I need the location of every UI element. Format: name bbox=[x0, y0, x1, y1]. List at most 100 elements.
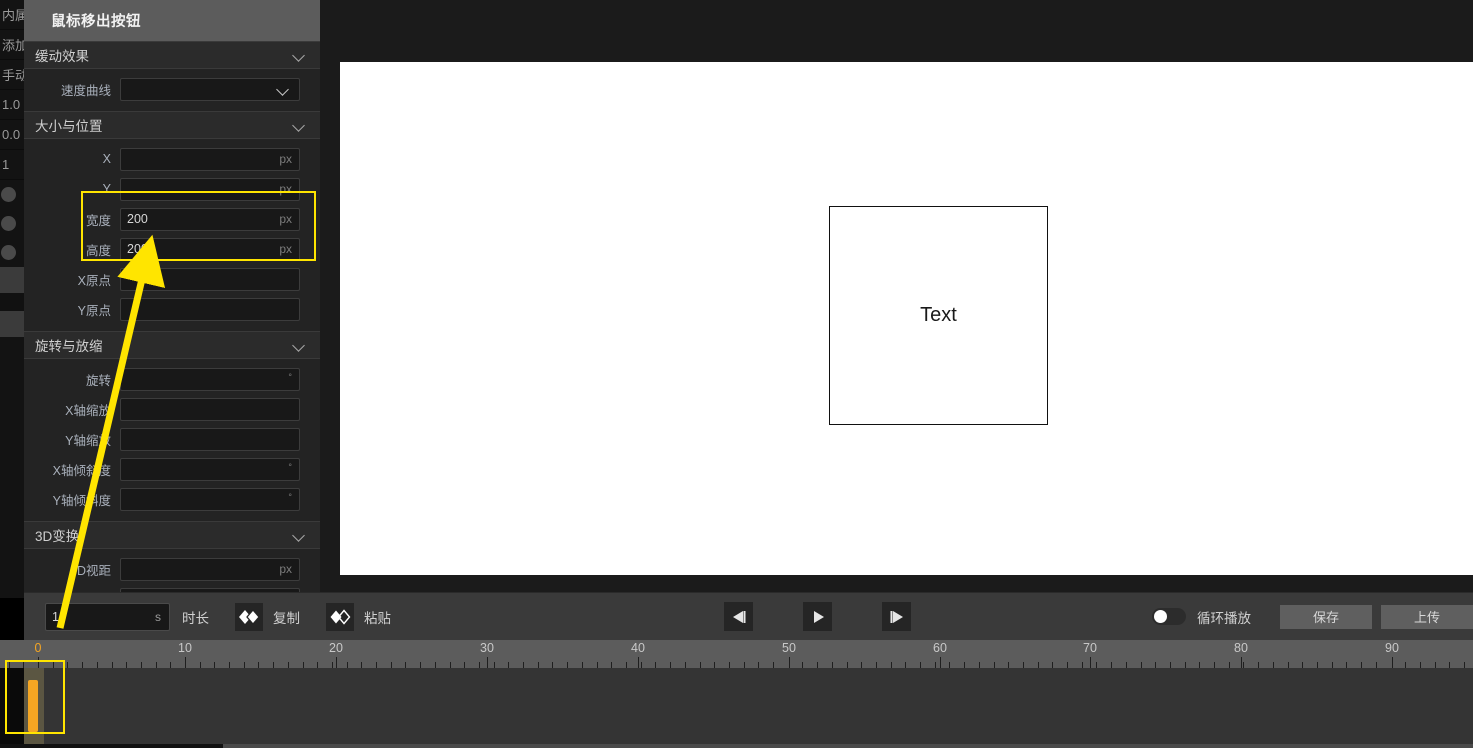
copy-button[interactable]: 复制 bbox=[235, 602, 300, 631]
chevron-down-icon[interactable] bbox=[293, 531, 306, 539]
field-unit: px bbox=[279, 212, 292, 226]
field-row-skew-x: X轴倾斜度 ° bbox=[24, 455, 320, 483]
field-row-scale-y: Y轴缩放 bbox=[24, 425, 320, 453]
upload-button[interactable]: 上传 bbox=[1381, 604, 1473, 629]
x-origin-input[interactable] bbox=[120, 267, 300, 291]
section-title: 大小与位置 bbox=[35, 119, 103, 134]
left-strip-block bbox=[0, 293, 24, 311]
timeline-track-area[interactable] bbox=[0, 668, 1473, 748]
section-header-rotate-scale[interactable]: 旋转与放缩 bbox=[24, 331, 320, 359]
field-unit: ° bbox=[288, 461, 292, 472]
ruler-tick-major bbox=[1392, 657, 1393, 668]
width-input[interactable]: 200 px bbox=[120, 207, 300, 231]
duration-unit: s bbox=[155, 609, 161, 624]
y-input[interactable]: px bbox=[120, 177, 300, 201]
field-label: 高度 bbox=[85, 243, 111, 258]
ruler-tick-major bbox=[1090, 657, 1091, 668]
field-row-width: 宽度 200 px bbox=[24, 205, 320, 233]
left-strip-row: 手动 bbox=[0, 60, 24, 90]
previous-frame-button[interactable] bbox=[724, 602, 753, 631]
skew-y-input[interactable]: ° bbox=[120, 487, 300, 511]
duration-value: 1 bbox=[52, 609, 59, 624]
paste-button[interactable]: 粘贴 bbox=[326, 602, 391, 631]
rotate-input[interactable]: ° bbox=[120, 367, 300, 391]
section-title: 缓动效果 bbox=[35, 49, 89, 64]
section-header-size-position[interactable]: 大小与位置 bbox=[24, 111, 320, 139]
timeline-ruler[interactable]: 0 10 20 30 40 50 60 70 80 90 bbox=[0, 640, 1473, 668]
bottom-scrollbar-thumb[interactable] bbox=[223, 744, 1473, 748]
save-button[interactable]: 保存 bbox=[1280, 604, 1372, 629]
scale-x-input[interactable] bbox=[120, 397, 300, 421]
left-strip-block bbox=[0, 311, 24, 337]
copy-diamonds-icon bbox=[235, 602, 263, 631]
left-strip-dot bbox=[0, 180, 24, 209]
field-row-3d-perspective: 3D视距 px bbox=[24, 555, 320, 583]
text-element[interactable]: Text bbox=[829, 206, 1048, 425]
section-header-3d-transform[interactable]: 3D变换 bbox=[24, 521, 320, 549]
left-strip-dot bbox=[0, 209, 24, 238]
field-row-x: X px bbox=[24, 145, 320, 173]
field-unit: px bbox=[279, 152, 292, 166]
bottom-toolbar: 1 s 时长 复制 粘贴 循环播放 保存 上传 bbox=[24, 592, 1473, 640]
ruler-tick-major bbox=[940, 657, 941, 668]
next-frame-button[interactable] bbox=[882, 602, 911, 631]
ruler-tick-major bbox=[185, 657, 186, 668]
chevron-down-icon[interactable] bbox=[293, 341, 306, 349]
field-unit: ° bbox=[288, 371, 292, 382]
perspective-input[interactable]: px bbox=[120, 557, 300, 581]
paste-diamonds-icon bbox=[326, 602, 354, 631]
field-row-rotate: 旋转 ° bbox=[24, 365, 320, 393]
ruler-tick-label: 40 bbox=[631, 641, 645, 655]
ruler-tick-major bbox=[638, 657, 639, 668]
ruler-tick-major bbox=[336, 657, 337, 668]
properties-panel: 鼠标移出按钮 缓动效果 速度曲线 大小与位置 X px Y px 宽度 200 … bbox=[24, 0, 320, 598]
left-strip-dot bbox=[0, 238, 24, 267]
field-label: 宽度 bbox=[85, 213, 111, 228]
field-unit: ° bbox=[288, 491, 292, 502]
loop-label: 循环播放 bbox=[1197, 610, 1251, 626]
chevron-down-icon[interactable] bbox=[293, 121, 306, 129]
text-element-label: Text bbox=[920, 304, 957, 326]
chevron-down-icon bbox=[277, 85, 290, 93]
field-label: Y bbox=[102, 182, 111, 196]
section-title: 旋转与放缩 bbox=[35, 339, 103, 354]
previous-frame-icon bbox=[732, 610, 745, 623]
page-title: 鼠标移出按钮 bbox=[51, 14, 141, 30]
section-body-size-position: X px Y px 宽度 200 px 高度 200 px X原点 Y原点 bbox=[24, 139, 320, 331]
left-strip-block bbox=[0, 267, 24, 293]
bottom-scrollbar[interactable] bbox=[0, 744, 1473, 748]
chevron-down-icon[interactable] bbox=[293, 51, 306, 59]
toggle-knob bbox=[1154, 610, 1167, 623]
circle-icon bbox=[1, 216, 16, 231]
circle-icon bbox=[1, 187, 16, 202]
timeline: 0 10 20 30 40 50 60 70 80 90 bbox=[0, 640, 1473, 748]
ruler-tick-label: 0 bbox=[34, 641, 42, 655]
ruler-tick-label: 30 bbox=[480, 641, 494, 655]
field-row-speed-curve: 速度曲线 bbox=[24, 75, 320, 103]
field-label: 速度曲线 bbox=[60, 83, 111, 98]
height-input[interactable]: 200 px bbox=[120, 237, 300, 261]
duration-input[interactable]: 1 s bbox=[45, 602, 170, 631]
preview-canvas[interactable]: Text bbox=[340, 62, 1473, 575]
ruler-tick-major bbox=[1241, 657, 1242, 668]
field-label: X轴倾斜度 bbox=[52, 463, 111, 478]
x-input[interactable]: px bbox=[120, 147, 300, 171]
annotation-highlight-keyframe bbox=[5, 660, 65, 734]
section-header-easing[interactable]: 缓动效果 bbox=[24, 41, 320, 69]
play-button[interactable] bbox=[803, 602, 832, 631]
skew-x-input[interactable]: ° bbox=[120, 457, 300, 481]
loop-toggle[interactable] bbox=[1152, 608, 1186, 625]
copy-label: 复制 bbox=[273, 610, 300, 626]
y-origin-input[interactable] bbox=[120, 297, 300, 321]
field-row-skew-y: Y轴倾斜度 ° bbox=[24, 485, 320, 513]
ruler-tick-label: 80 bbox=[1234, 641, 1248, 655]
field-row-x-origin: X原点 bbox=[24, 265, 320, 293]
left-strip-row: 1 bbox=[0, 150, 24, 180]
speed-curve-select[interactable] bbox=[120, 77, 300, 101]
scale-y-input[interactable] bbox=[120, 427, 300, 451]
play-icon bbox=[813, 610, 824, 623]
left-strip-row: 添加 bbox=[0, 30, 24, 60]
left-strip-row: 内属 bbox=[0, 0, 24, 30]
playback-controls bbox=[724, 602, 911, 631]
section-body-rotate-scale: 旋转 ° X轴缩放 Y轴缩放 X轴倾斜度 ° Y轴倾斜度 ° bbox=[24, 359, 320, 521]
